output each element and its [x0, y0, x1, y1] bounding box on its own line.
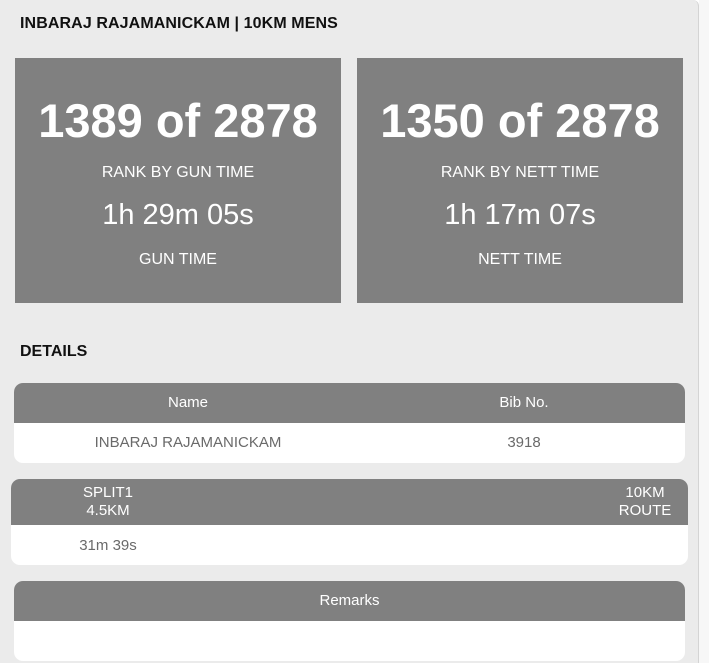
split1-distance: 4.5KM — [86, 502, 130, 519]
nett-time-value: 1h 17m 07s — [444, 199, 596, 231]
nett-rank-value: 1350 of 2878 — [380, 94, 660, 147]
details-table-header: Name Bib No. — [14, 383, 685, 423]
column-header-route: 10KM ROUTE — [607, 484, 683, 520]
nett-time-card: 1350 of 2878 RANK BY NETT TIME 1h 17m 07… — [357, 58, 683, 303]
results-panel: INBARAJ RAJAMANICKAM | 10KM MENS 1389 of… — [0, 0, 699, 663]
gun-rank-label: RANK BY GUN TIME — [101, 164, 255, 181]
gun-time-label: GUN TIME — [139, 251, 217, 268]
cell-split1-time: 31m 39s — [79, 537, 137, 554]
details-table-row: INBARAJ RAJAMANICKAM 3918 — [14, 423, 685, 463]
route-distance: 10KM — [625, 484, 665, 501]
gun-rank-value: 1389 of 2878 — [38, 94, 318, 147]
column-header-remarks: Remarks — [319, 592, 380, 609]
remarks-table-row — [14, 621, 685, 661]
column-header-split1: SPLIT1 4.5KM — [63, 484, 153, 520]
route-label: ROUTE — [618, 502, 672, 519]
cell-runner-name: INBARAJ RAJAMANICKAM — [94, 434, 282, 451]
cell-bib-number: 3918 — [507, 434, 541, 451]
column-header-name: Name — [167, 394, 208, 411]
column-header-bib: Bib No. — [499, 394, 549, 411]
details-section-title: DETAILS — [20, 343, 88, 360]
splits-table-header: SPLIT1 4.5KM 10KM ROUTE — [11, 479, 688, 525]
gun-time-value: 1h 29m 05s — [102, 199, 254, 231]
nett-time-label: NETT TIME — [478, 251, 562, 268]
remarks-table-header: Remarks — [14, 581, 685, 621]
splits-table-row: 31m 39s — [11, 525, 688, 565]
split1-name: SPLIT1 — [82, 484, 134, 501]
scrollbar-track[interactable] — [699, 0, 709, 663]
gun-time-card: 1389 of 2878 RANK BY GUN TIME 1h 29m 05s… — [15, 58, 341, 303]
page-title: INBARAJ RAJAMANICKAM | 10KM MENS — [20, 15, 338, 32]
nett-rank-label: RANK BY NETT TIME — [440, 164, 600, 181]
details-table: Name Bib No. INBARAJ RAJAMANICKAM 3918 — [14, 383, 685, 463]
splits-table: SPLIT1 4.5KM 10KM ROUTE 31m 39s — [11, 479, 688, 565]
remarks-table: Remarks — [14, 581, 685, 661]
